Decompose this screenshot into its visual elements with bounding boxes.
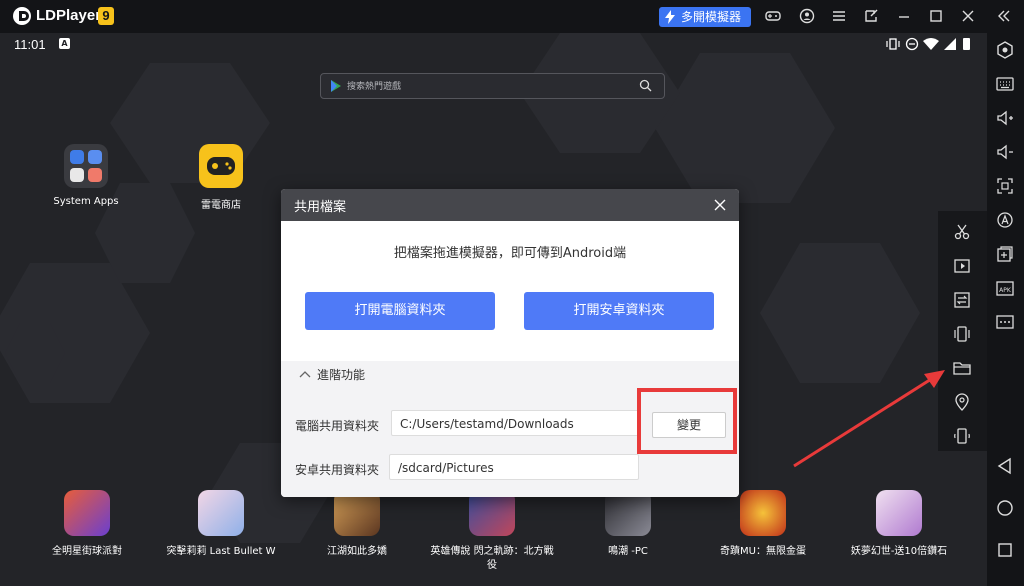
- dock-app-label: 妖夢幻世-送10倍鑽石: [850, 546, 948, 557]
- android-shared-folder-path[interactable]: /sdcard/Pictures: [389, 454, 639, 480]
- keyboard-icon[interactable]: [996, 75, 1014, 93]
- multi-instance-label: 多開模擬器: [681, 10, 742, 24]
- dock-app-label: 突擊莉莉 Last Bullet W: [166, 546, 276, 557]
- dock-app-icon[interactable]: [64, 490, 110, 536]
- more-icon[interactable]: [996, 313, 1014, 331]
- close-icon[interactable]: [960, 8, 976, 24]
- dock-app-label: 江湖如此多嬌: [327, 546, 387, 557]
- restore-icon[interactable]: [863, 8, 879, 24]
- pc-shared-folder-label: 電腦共用資料夾: [295, 419, 380, 433]
- recent-apps-icon[interactable]: [996, 541, 1014, 559]
- search-placeholder: 搜索熱門遊戲: [347, 82, 402, 92]
- dock-app-icon[interactable]: [198, 490, 244, 536]
- search-icon[interactable]: [639, 79, 652, 92]
- multi-instance-button[interactable]: 多開模擬器: [659, 7, 751, 27]
- collapse-icon[interactable]: [996, 8, 1012, 24]
- folder-icon[interactable]: [953, 359, 971, 377]
- rotate-icon[interactable]: [953, 427, 971, 445]
- back-icon[interactable]: [996, 457, 1014, 475]
- do-not-disturb-icon: [905, 37, 919, 51]
- dock-app-icon[interactable]: [740, 490, 786, 536]
- video-record-icon[interactable]: [953, 257, 971, 275]
- title-bar: LDPlayer 9 多開模擬器: [0, 0, 1024, 33]
- auto-click-icon[interactable]: [996, 211, 1014, 229]
- dock-app-label-line2: 役: [487, 560, 497, 571]
- add-window-icon[interactable]: [996, 245, 1014, 263]
- dialog-header: 共用檔案: [281, 189, 739, 221]
- dock-app-label: 鳴潮 -PC: [608, 546, 648, 557]
- status-icons: [886, 37, 970, 51]
- lightning-icon: [665, 10, 675, 24]
- app-name: LDPlayer: [36, 7, 102, 24]
- system-apps-icon[interactable]: [64, 144, 108, 188]
- desktop-app-label: 雷電商店: [201, 200, 241, 211]
- dock-app-label: 奇蹟MU：無限金蛋: [720, 546, 806, 557]
- status-time: 11:01: [14, 37, 46, 52]
- dock-app-label: 全明星街球派對: [52, 546, 122, 557]
- open-android-folder-button[interactable]: 打開安卓資料夾: [524, 292, 714, 330]
- notification-icon: A: [59, 38, 70, 49]
- annotation-arrow: [793, 370, 945, 468]
- dock-app-label: 英雄傳說 閃之軌跡：北方戰: [430, 546, 554, 557]
- ldplayer-logo-icon: [13, 7, 31, 25]
- gamepad-icon[interactable]: [765, 8, 781, 24]
- menu-icon[interactable]: [831, 8, 847, 24]
- dialog-message: 把檔案拖進模擬器，即可傳到Android端: [393, 246, 627, 261]
- scissors-icon[interactable]: [953, 223, 971, 241]
- open-pc-folder-button[interactable]: 打開電腦資料夾: [305, 292, 495, 330]
- sync-icon[interactable]: [953, 291, 971, 309]
- right-sidebar: APK: [987, 33, 1024, 586]
- shake-icon[interactable]: [953, 325, 971, 343]
- highlight-box: [637, 388, 737, 454]
- desktop-app-label: System Apps: [53, 196, 119, 207]
- volume-down-icon[interactable]: [996, 143, 1014, 161]
- pc-shared-folder-path[interactable]: C:/Users/testamd/Downloads: [391, 410, 639, 436]
- apk-install-icon[interactable]: APK: [996, 279, 1014, 297]
- account-icon[interactable]: [799, 8, 815, 24]
- chevron-up-icon[interactable]: [299, 370, 311, 378]
- svg-text:APK: APK: [999, 287, 1012, 294]
- android-shared-folder-label: 安卓共用資料夾: [295, 463, 380, 477]
- minimize-icon[interactable]: [896, 8, 912, 24]
- location-icon[interactable]: [953, 393, 971, 411]
- search-bar[interactable]: 搜索熱門遊戲: [320, 73, 665, 99]
- vibrate-icon: [886, 38, 900, 50]
- volume-up-icon[interactable]: [996, 109, 1014, 127]
- wifi-icon: [923, 38, 939, 50]
- settings-hexagon-icon[interactable]: [996, 41, 1014, 59]
- advanced-toggle[interactable]: 進階功能: [317, 366, 365, 383]
- battery-icon: [963, 38, 970, 50]
- signal-icon: [944, 38, 956, 50]
- fullscreen-icon[interactable]: [996, 177, 1014, 195]
- play-store-icon: [331, 80, 341, 92]
- maximize-icon[interactable]: [928, 8, 944, 24]
- home-icon[interactable]: [996, 499, 1014, 517]
- dock-app-icon[interactable]: [876, 490, 922, 536]
- ld-store-icon[interactable]: [199, 144, 243, 188]
- dialog-close-icon[interactable]: [713, 198, 727, 212]
- version-badge: 9: [98, 7, 114, 25]
- dialog-title: 共用檔案: [294, 200, 347, 215]
